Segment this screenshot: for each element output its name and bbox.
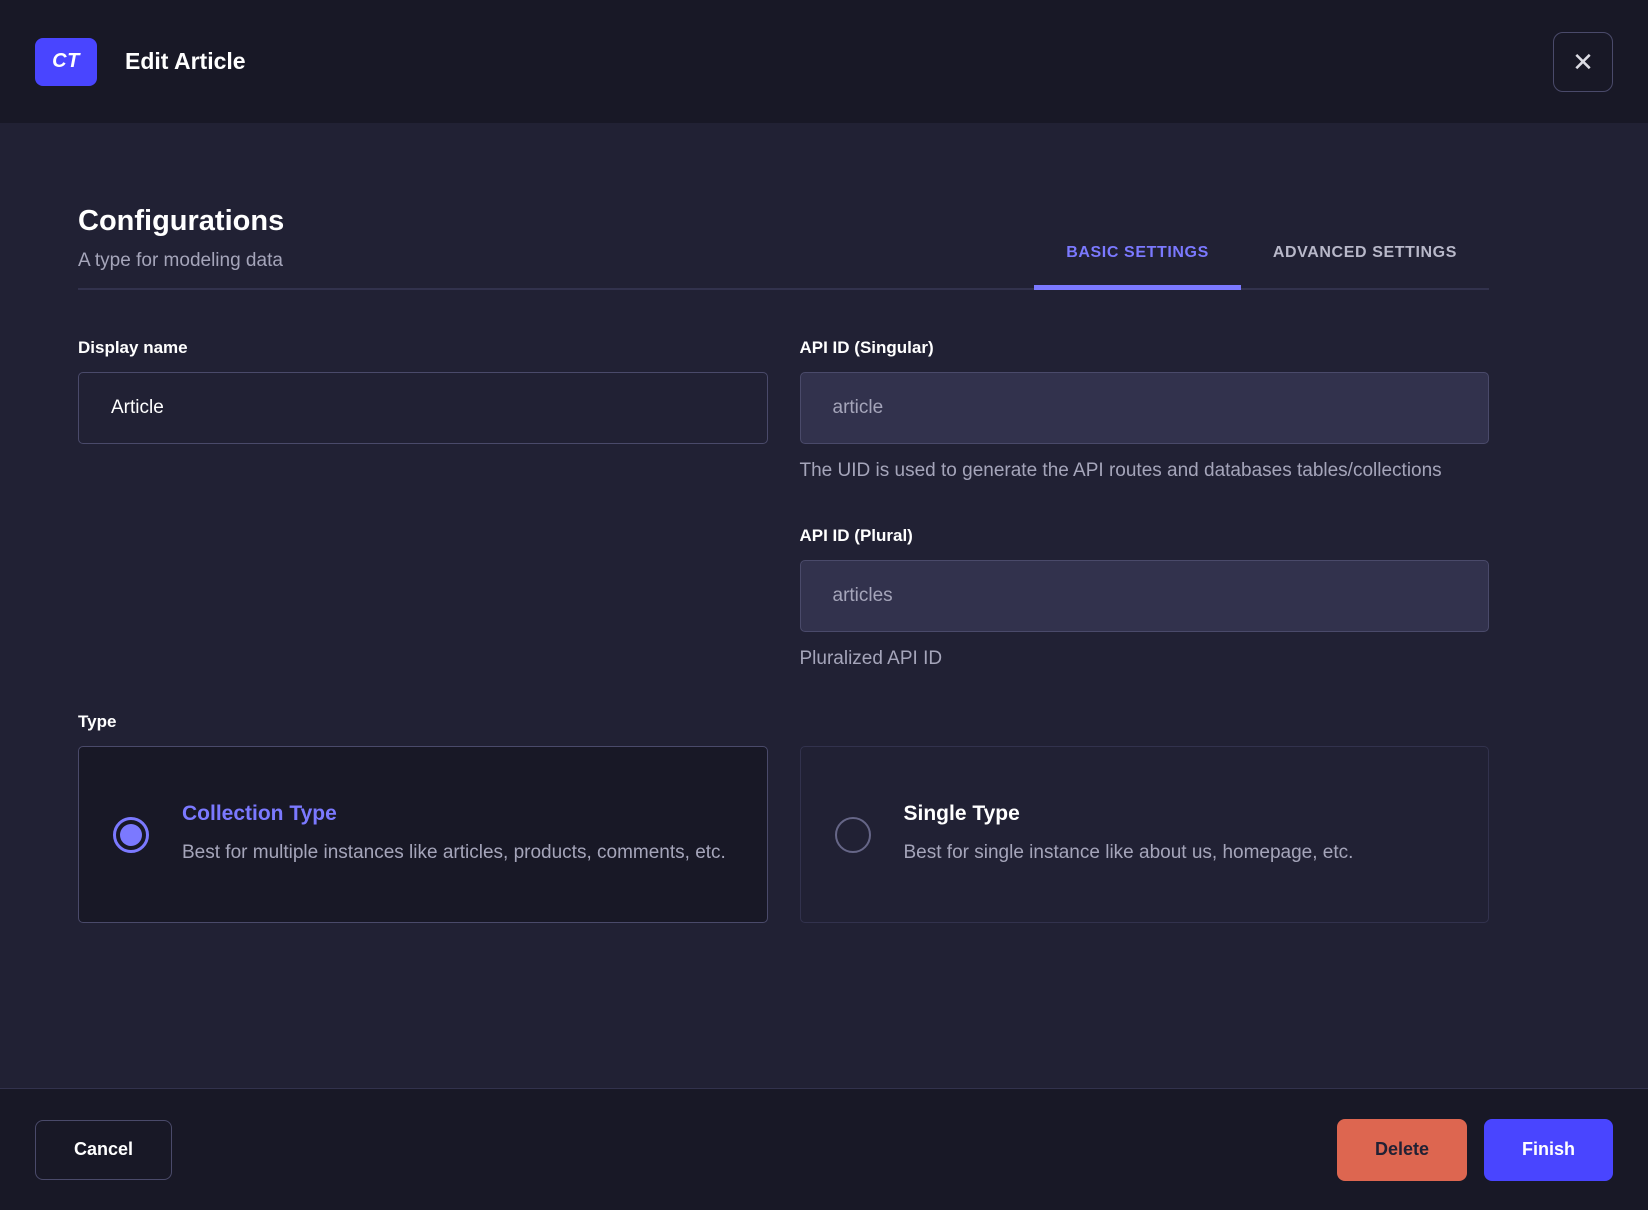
tab-basic-settings[interactable]: BASIC SETTINGS — [1034, 224, 1241, 290]
active-tab-indicator — [1034, 285, 1241, 290]
single-type-description: Best for single instance like about us, … — [903, 841, 1354, 863]
modal-header: CT Edit Article ✕ — [0, 0, 1648, 123]
footer-right-actions: Delete Finish — [1336, 1118, 1613, 1181]
single-type-title: Single Type — [903, 801, 1020, 825]
page-subtitle: A type for modeling data — [78, 250, 283, 271]
type-label: Type — [78, 712, 117, 731]
display-name-input[interactable] — [78, 372, 768, 444]
tab-advanced-settings[interactable]: ADVANCED SETTINGS — [1241, 224, 1489, 288]
api-id-singular-input — [799, 372, 1489, 444]
type-section: Type Collection Type Best for multiple i… — [78, 712, 1489, 923]
modal-footer: Cancel Delete Finish — [0, 1088, 1648, 1210]
api-id-singular-field-block: API ID (Singular) The UID is used to gen… — [799, 338, 1489, 486]
edit-content-type-modal: CT Edit Article ✕ Configurations A type … — [0, 0, 1648, 1210]
settings-tabs: BASIC SETTINGS ADVANCED SETTINGS — [1034, 224, 1489, 290]
heading-text: Configurations A type for modeling data — [78, 205, 284, 288]
api-id-singular-hint: The UID is used to generate the API rout… — [799, 460, 1442, 481]
radio-dot — [120, 823, 142, 846]
api-id-plural-field-block: API ID (Plural) Pluralized API ID — [799, 526, 1489, 674]
display-name-field-block: Display name — [78, 338, 768, 444]
form-column-left: Display name — [78, 338, 768, 674]
tab-basic-settings-label: BASIC SETTINGS — [1066, 244, 1209, 261]
content-type-badge-label: CT — [52, 50, 80, 72]
api-id-singular-label: API ID (Singular) — [799, 338, 934, 357]
type-option-collection-type[interactable]: Collection Type Best for multiple instan… — [78, 746, 768, 923]
cancel-button[interactable]: Cancel — [35, 1119, 173, 1180]
close-button[interactable]: ✕ — [1553, 31, 1613, 92]
content-type-badge-icon: CT — [35, 37, 97, 86]
type-cards: Collection Type Best for multiple instan… — [78, 746, 1489, 923]
page-title: Configurations — [78, 205, 285, 237]
collection-type-title: Collection Type — [182, 801, 337, 825]
tab-advanced-settings-label: ADVANCED SETTINGS — [1272, 244, 1457, 261]
form-column-right: API ID (Singular) The UID is used to gen… — [799, 338, 1489, 674]
modal-title: Edit Article — [125, 48, 246, 74]
modal-body: Configurations A type for modeling data … — [0, 123, 1648, 1088]
api-id-plural-label: API ID (Plural) — [799, 526, 913, 545]
type-option-single-type[interactable]: Single Type Best for single instance lik… — [799, 746, 1489, 923]
radio-checked-icon[interactable] — [113, 816, 149, 853]
display-name-label: Display name — [78, 338, 188, 357]
api-id-plural-input — [799, 560, 1489, 632]
single-type-text: Single Type Best for single instance lik… — [904, 802, 1354, 868]
heading-row: Configurations A type for modeling data … — [78, 205, 1489, 290]
collection-type-description: Best for multiple instances like article… — [182, 841, 726, 863]
api-id-plural-hint: Pluralized API ID — [799, 648, 943, 669]
collection-type-text: Collection Type Best for multiple instan… — [182, 802, 726, 868]
finish-button[interactable]: Finish — [1484, 1118, 1613, 1181]
delete-button[interactable]: Delete — [1336, 1118, 1467, 1181]
close-icon: ✕ — [1572, 46, 1594, 77]
radio-unchecked-icon[interactable] — [834, 816, 871, 853]
configuration-form: Display name API ID (Singular) The UID i… — [78, 338, 1489, 674]
